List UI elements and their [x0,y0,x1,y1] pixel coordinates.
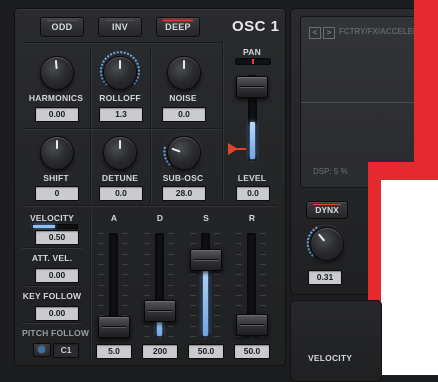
separator [22,128,222,129]
dynx-led [313,204,341,205]
velocity-bar[interactable] [32,224,78,229]
knob-indicator [171,147,181,153]
pan-slider[interactable] [235,58,271,65]
sub-osc-value[interactable]: 28.0 [162,186,206,201]
velocity-bar-fill [33,225,55,228]
attack-value[interactable]: 5.0 [96,344,132,359]
level-fader-thumb[interactable] [236,76,268,98]
inv-button[interactable]: INV [98,17,142,37]
velocity-panel [290,300,382,382]
release-value[interactable]: 50.0 [234,344,270,359]
rolloff-value[interactable]: 1.3 [99,107,143,122]
deep-led [163,20,193,21]
knob-indicator [317,233,326,242]
rolloff-knob[interactable] [103,56,137,90]
sub-osc-label: SUB-OSC [162,173,204,183]
separator [22,285,82,286]
key-follow-value[interactable]: 0.00 [35,306,79,321]
knob-indicator [119,140,121,149]
nav-next-button[interactable]: > [323,27,335,39]
odd-led [47,20,77,21]
level-label: LEVEL [237,173,267,183]
detune-label: DETUNE [101,173,139,183]
pitch-follow-toggle[interactable] [33,343,51,357]
knob-indicator [56,140,58,149]
odd-button-label: ODD [51,22,73,32]
separator [222,42,223,202]
detune-knob[interactable] [103,136,137,170]
shift-label: SHIFT [43,173,69,183]
release-label: R [248,213,256,223]
sustain-value[interactable]: 50.0 [188,344,224,359]
dynx-label: DYNX [315,205,339,215]
deep-button[interactable]: DEEP [156,17,200,37]
level-arrow-marker [228,143,246,155]
red-overlay-top [414,0,438,162]
sustain-label: S [203,213,209,223]
pan-label: PAN [243,47,261,57]
att-vel-value[interactable]: 0.00 [35,268,79,283]
detune-value[interactable]: 0.0 [99,186,143,201]
dsp-readout: DSP: 5 % [313,167,348,176]
shift-knob[interactable] [40,136,74,170]
velocity-value[interactable]: 0.50 [35,230,79,245]
separator [90,48,91,203]
decay-fader-track[interactable] [155,233,164,338]
pitch-follow-note[interactable]: C1 [53,343,79,358]
decay-label: D [156,213,164,223]
nav-next-glyph: > [326,28,332,37]
display-divider [301,102,431,103]
separator [90,210,91,360]
inv-led [105,20,135,21]
velocity-right-label: VELOCITY [308,353,353,363]
noise-value[interactable]: 0.0 [162,107,206,122]
sustain-fader-thumb[interactable] [190,248,222,271]
level-value[interactable]: 0.0 [236,186,270,201]
knob-indicator [54,59,58,70]
separator [22,42,222,43]
velocity-label: VELOCITY [29,213,75,223]
decay-fader-thumb[interactable] [144,300,176,323]
harmonics-knob[interactable] [40,56,74,90]
odd-button[interactable]: ODD [40,17,84,37]
pitch-follow-label: PITCH FOLLOW [22,328,90,338]
nav-prev-glyph: < [312,28,318,37]
separator [150,48,151,203]
dynx-knob[interactable] [310,227,344,261]
dynx-value[interactable]: 0.31 [308,270,342,285]
deep-button-label: DEEP [165,22,191,32]
nav-prev-button[interactable]: < [309,27,321,39]
white-overlay [381,180,438,375]
decay-value[interactable]: 200 [142,344,178,359]
harmonics-value[interactable]: 0.00 [35,107,79,122]
shift-value[interactable]: 0 [35,186,79,201]
knob-indicator [119,60,121,69]
dynx-button[interactable]: DYNX [306,201,348,219]
osc-title: OSC 1 [232,18,280,35]
knob-indicator [183,60,185,69]
att-vel-label: ATT. VEL. [31,253,73,263]
separator [22,247,82,248]
separator [22,322,82,323]
inv-button-label: INV [112,22,128,32]
separator [22,205,277,206]
attack-label: A [110,213,118,223]
rolloff-label: ROLLOFF [99,93,141,103]
attack-fader-thumb[interactable] [98,315,130,338]
noise-knob[interactable] [167,56,201,90]
level-fader-fill [250,122,255,159]
pitch-follow-led [38,346,45,353]
harmonics-label: HARMONICS [28,93,84,103]
release-fader-thumb[interactable] [236,313,268,336]
noise-label: NOISE [169,93,197,103]
sustain-fader-fill [203,260,208,336]
pan-center-marker [252,59,254,64]
key-follow-label: KEY FOLLOW [22,291,82,301]
sub-osc-knob[interactable] [167,136,201,170]
